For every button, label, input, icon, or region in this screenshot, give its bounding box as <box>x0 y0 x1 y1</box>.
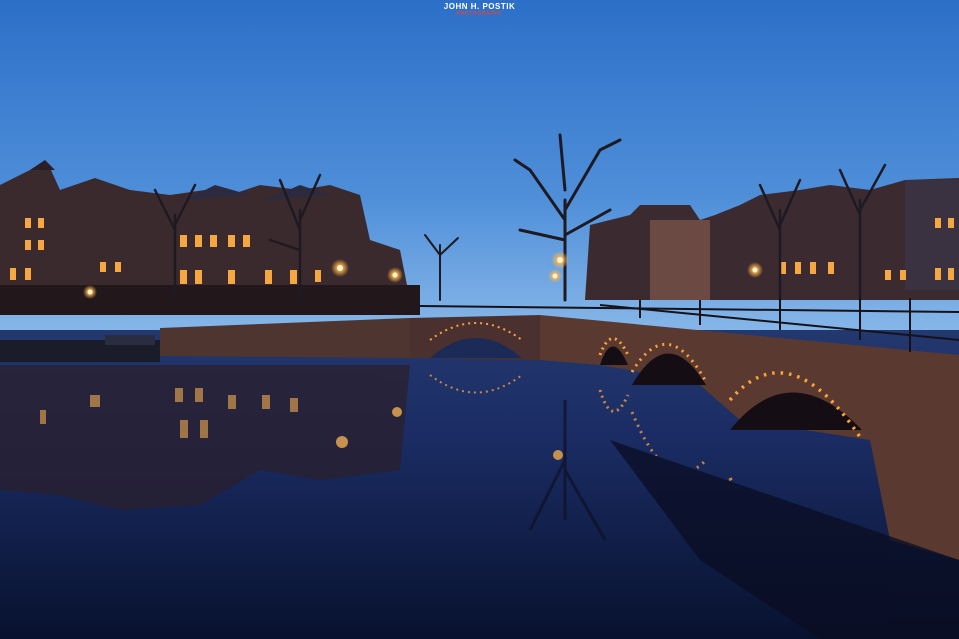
photographer-watermark: JOHN H. POSTIK PHOTOGRAPHY <box>0 3 959 17</box>
far-bridge <box>410 315 540 360</box>
canal-scene <box>0 0 959 639</box>
canal-photo: JOHN H. POSTIK PHOTOGRAPHY <box>0 0 959 639</box>
watermark-subtitle: PHOTOGRAPHY <box>456 11 503 17</box>
watermark-name: JOHN H. POSTIK <box>443 2 516 11</box>
